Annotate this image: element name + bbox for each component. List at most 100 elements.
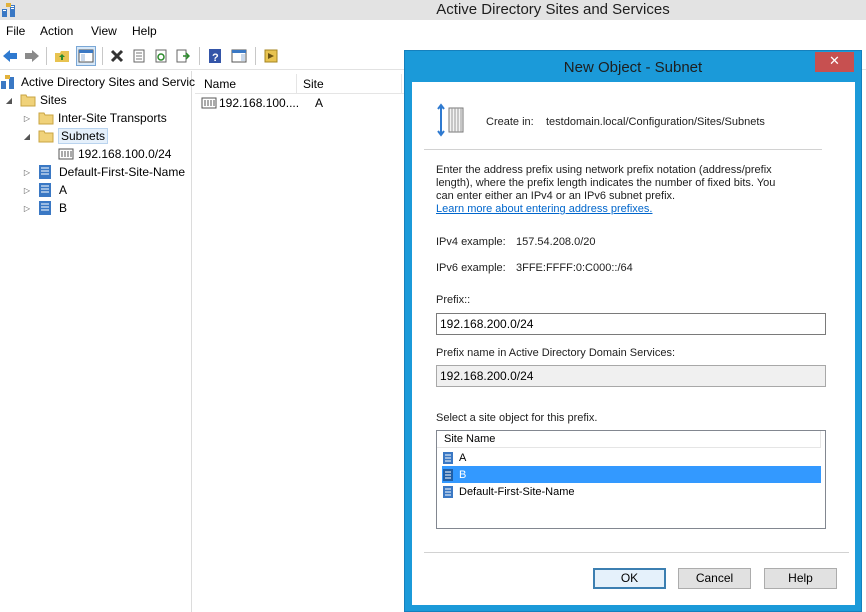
action-pane-icon[interactable]: [229, 46, 249, 66]
toolbar-separator: [255, 47, 256, 65]
tree-item-sites[interactable]: ◢ Sites: [4, 91, 67, 109]
expanded-arrow-icon[interactable]: ◢: [4, 96, 14, 105]
tree-inter-site-label: Inter-Site Transports: [58, 111, 167, 125]
collapsed-arrow-icon[interactable]: ▷: [22, 204, 32, 213]
toolbar-separator: [199, 47, 200, 65]
show-hide-console-tree-icon[interactable]: [76, 46, 96, 66]
refresh-icon[interactable]: [151, 46, 171, 66]
help-button[interactable]: Help: [764, 568, 837, 589]
ipv6-example-value: 3FFE:FFFF:0:C000::/64: [516, 262, 633, 274]
menu-view[interactable]: View: [91, 24, 117, 38]
description-line-3: can enter either an IPv4 or an IPv6 subn…: [436, 190, 676, 202]
prefix-label: Prefix::: [436, 294, 471, 306]
menu-file[interactable]: File: [6, 24, 25, 38]
properties-sheet-icon[interactable]: [129, 46, 149, 66]
select-site-label: Select a site object for this prefix.: [436, 412, 598, 424]
prefix-name-label: Prefix name in Active Directory Domain S…: [436, 347, 676, 359]
dialog-body: Create in: testdomain.local/Configuratio…: [412, 82, 855, 605]
folder-icon: [38, 130, 54, 143]
ad-sites-icon: [1, 75, 14, 89]
toolbar-separator: [46, 47, 47, 65]
folder-icon: [20, 94, 36, 107]
collapsed-arrow-icon[interactable]: ▷: [22, 168, 32, 177]
site-name-column[interactable]: Site Name: [444, 433, 495, 445]
tree-item-default-site[interactable]: ▷ Default-First-Site-Name: [22, 163, 185, 181]
site-icon: [443, 468, 453, 481]
folder-icon: [38, 112, 54, 125]
site-list[interactable]: Site Name A B Default-First-Site-Name: [436, 430, 826, 529]
column-header-name[interactable]: Name: [204, 77, 236, 91]
site-icon: [443, 485, 453, 498]
back-icon[interactable]: [0, 46, 20, 66]
tree-sites-label: Sites: [40, 93, 67, 107]
window-title: Active Directory Sites and Services: [436, 1, 670, 18]
new-object-icon[interactable]: [261, 46, 281, 66]
list-header: Name Site: [195, 74, 415, 94]
site-list-item-b[interactable]: B: [442, 466, 821, 483]
prefix-input[interactable]: 192.168.200.0/24: [436, 313, 826, 335]
collapsed-arrow-icon[interactable]: ▷: [22, 186, 32, 195]
site-list-item-default[interactable]: Default-First-Site-Name: [442, 483, 821, 500]
list-row[interactable]: 192.168.100.... A: [201, 95, 323, 111]
cancel-button[interactable]: Cancel: [678, 568, 751, 589]
new-object-subnet-dialog: New Object - Subnet ✕ Create in: testdom…: [404, 50, 862, 612]
toolbar-separator: [102, 47, 103, 65]
menu-action[interactable]: Action: [40, 24, 73, 38]
delete-icon[interactable]: [107, 46, 127, 66]
expanded-arrow-icon[interactable]: ◢: [22, 132, 32, 141]
tree-item-subnet[interactable]: 192.168.100.0/24: [58, 145, 171, 163]
divider: [424, 149, 822, 150]
ipv6-example-label: IPv6 example:: [436, 262, 506, 274]
site-icon: [39, 201, 51, 215]
subnet-icon: [58, 148, 74, 160]
learn-more-link[interactable]: Learn more about entering address prefix…: [436, 203, 652, 215]
column-divider[interactable]: [296, 74, 297, 94]
ipv4-example-value: 157.54.208.0/20: [516, 236, 596, 248]
export-list-icon[interactable]: [173, 46, 193, 66]
create-in-path: testdomain.local/Configuration/Sites/Sub…: [546, 116, 765, 128]
tree-default-site-label: Default-First-Site-Name: [59, 165, 186, 179]
site-list-item-label: A: [459, 451, 467, 464]
tree-site-a-label: A: [59, 183, 68, 197]
forward-icon[interactable]: [22, 46, 42, 66]
site-list-item-a[interactable]: A: [442, 449, 821, 466]
site-icon: [39, 183, 51, 197]
title-bar: Active Directory Sites and Services: [0, 0, 866, 20]
tree-subnet-label: 192.168.100.0/24: [78, 147, 172, 161]
menu-help[interactable]: Help: [132, 24, 157, 38]
ipv4-example-label: IPv4 example:: [436, 236, 506, 248]
ok-button[interactable]: OK: [593, 568, 666, 589]
details-list: Name Site 192.168.100.... A: [195, 71, 415, 612]
dialog-title: New Object - Subnet: [563, 59, 703, 76]
site-icon: [443, 451, 453, 464]
column-divider[interactable]: [401, 74, 402, 94]
tree-root-label: Active Directory Sites and Servic: [21, 75, 196, 89]
prefix-name-field: 192.168.200.0/24: [436, 365, 826, 387]
description-line-1: Enter the address prefix using network p…: [436, 164, 772, 176]
create-in-icon: [437, 103, 464, 137]
column-header-site[interactable]: Site: [303, 77, 324, 91]
column-divider[interactable]: [820, 431, 821, 448]
up-folder-icon[interactable]: [52, 46, 72, 66]
tree-subnets-label: Subnets: [58, 128, 109, 144]
menu-bar: File Action View Help: [0, 20, 866, 42]
tree-item-root[interactable]: Active Directory Sites and Servic: [0, 73, 195, 91]
tree-item-site-b[interactable]: ▷ B: [22, 199, 67, 217]
site-list-header[interactable]: Site Name: [437, 431, 821, 448]
tree-item-site-a[interactable]: ▷ A: [22, 181, 67, 199]
ad-sites-app-icon[interactable]: [1, 2, 17, 18]
tree-site-b-label: B: [59, 201, 68, 215]
list-cell-name: 192.168.100....: [219, 96, 300, 110]
create-in-label: Create in:: [486, 116, 534, 128]
divider: [424, 552, 849, 553]
collapsed-arrow-icon[interactable]: ▷: [22, 114, 32, 123]
subnet-icon: [201, 97, 217, 109]
tree-item-subnets[interactable]: ◢ Subnets: [22, 127, 109, 145]
close-button[interactable]: ✕: [815, 52, 854, 72]
site-icon: [39, 165, 51, 179]
description-line-2: length), where the prefix length indicat…: [436, 177, 776, 189]
site-list-item-label: Default-First-Site-Name: [459, 485, 575, 498]
tree-item-inter-site-transports[interactable]: ▷ Inter-Site Transports: [22, 109, 167, 127]
help-icon[interactable]: ?: [205, 46, 225, 66]
svg-text:?: ?: [212, 52, 219, 64]
